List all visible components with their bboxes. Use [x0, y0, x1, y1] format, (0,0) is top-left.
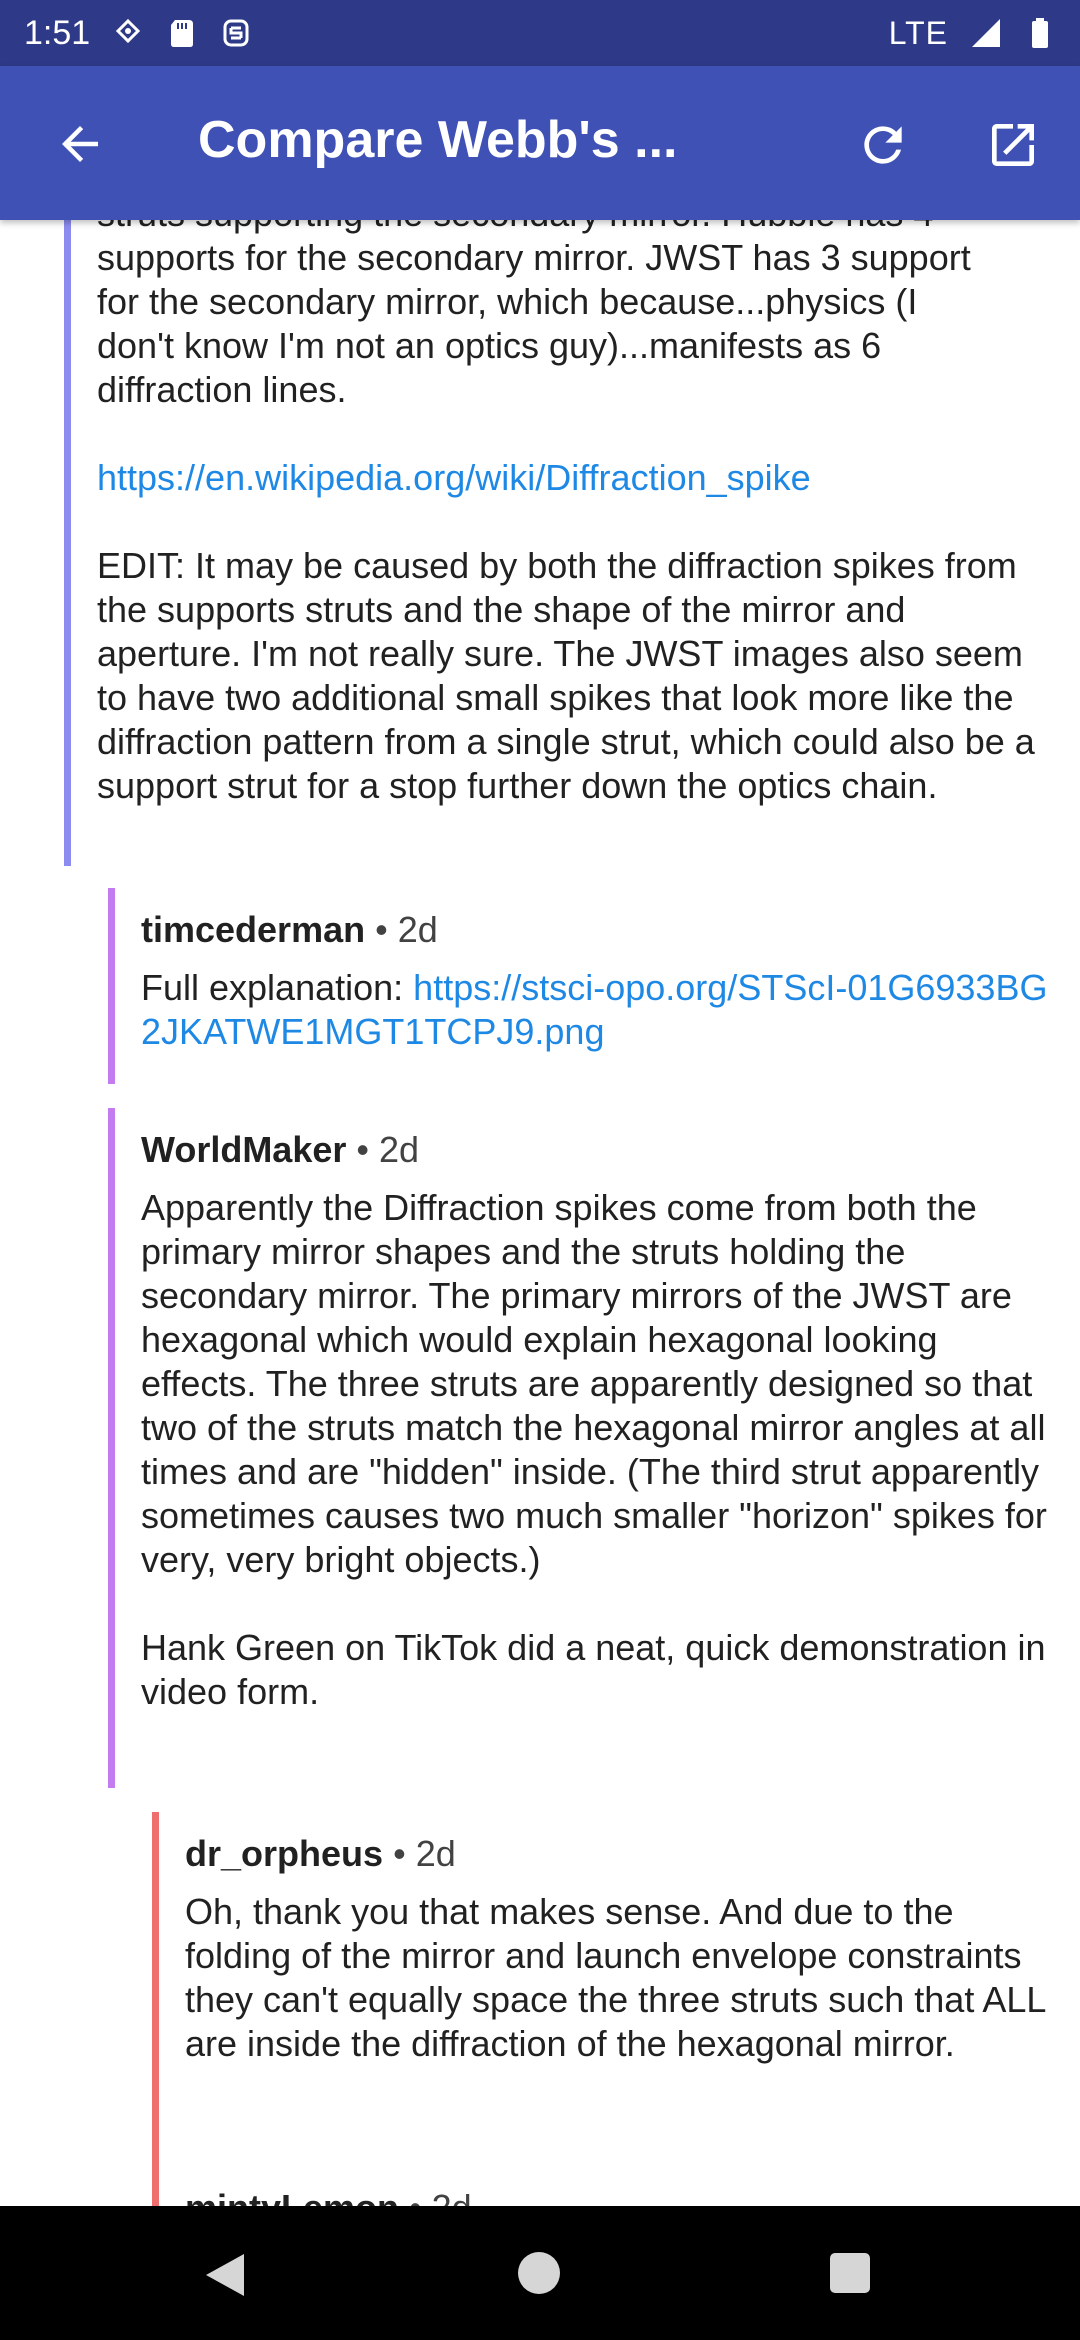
separator: • [356, 1129, 370, 1170]
sync-icon [223, 19, 249, 47]
status-bar: 1:51 LTE [0, 0, 1080, 66]
separator: • [375, 909, 388, 950]
arrow-back-icon [62, 126, 98, 162]
system-nav-bar [0, 2206, 1080, 2340]
comment-age: 2d [397, 909, 438, 950]
comment-body: Full explanation: https://stsci-opo.org/… [141, 966, 1061, 1054]
thread-depth-bar [64, 220, 71, 866]
partial-line: struts supporting the secondary mirror. … [97, 220, 1057, 236]
comment-meta: dr_orpheus • 2d [185, 1832, 1061, 1876]
comment-author[interactable]: timcederman [141, 909, 365, 950]
comment-mintylemon[interactable]: mintyLemon • 2d [152, 2166, 1068, 2206]
cell-signal-icon [972, 19, 1000, 47]
comment-age: 2d [415, 1833, 456, 1874]
status-time: 1:51 [24, 13, 91, 52]
thread-depth-bar [108, 888, 115, 1084]
refresh-icon [864, 126, 902, 164]
comment-author[interactable]: WorldMaker [141, 1129, 346, 1170]
comment-author[interactable]: mintyLemon [185, 2187, 399, 2206]
page-title: Compare Webb's ... [198, 111, 678, 169]
network-type: LTE [888, 14, 948, 51]
comment-timcederman[interactable]: timcederman • 2d Full explanation: https… [108, 888, 1068, 1084]
comment-line: supports for the secondary mirror. JWST … [97, 237, 971, 278]
nav-back-icon[interactable] [202, 2252, 248, 2298]
wikipedia-link[interactable]: https://en.wikipedia.org/wiki/Diffractio… [97, 457, 811, 498]
comment-meta: timcederman • 2d [141, 908, 1061, 952]
edit-note: EDIT: It may be caused by both the diffr… [97, 545, 1035, 806]
comment-text-2: Hank Green on TikTok did a neat, quick d… [141, 1627, 1046, 1712]
comment-line: for the secondary mirror, which because.… [97, 281, 918, 322]
comment-age: 2d [432, 2187, 472, 2206]
refresh-button[interactable] [850, 112, 916, 178]
comment-body: Oh, thank you that makes sense. And due … [185, 1890, 1061, 2066]
signal-icon [116, 18, 141, 44]
thread-depth-bar [152, 2166, 159, 2206]
battery-icon [1032, 18, 1048, 48]
comment-worldmaker[interactable]: WorldMaker • 2d Apparently the Diffracti… [108, 1108, 1068, 1788]
open-in-new-icon [992, 124, 1034, 166]
comment-dr-orpheus[interactable]: dr_orpheus • 2d Oh, thank you that makes… [152, 1812, 1068, 2170]
comment-meta: WorldMaker • 2d [141, 1128, 1061, 1172]
thread-depth-bar [152, 1812, 159, 2170]
nav-recents-icon[interactable] [830, 2253, 870, 2293]
nav-home-icon[interactable] [518, 2252, 560, 2294]
comment-thread[interactable]: struts supporting the secondary mirror. … [0, 220, 1080, 2206]
comment-line: don't know I'm not an optics guy)...mani… [97, 325, 882, 366]
comment-author[interactable]: dr_orpheus [185, 1833, 383, 1874]
comment-body: struts supporting the secondary mirror. … [97, 220, 1057, 808]
comment-line: diffraction lines. [97, 369, 347, 410]
comment-age: 2d [379, 1129, 420, 1170]
comment-text: Apparently the Diffraction spikes come f… [141, 1187, 1047, 1580]
comment-text: Full explanation: [141, 967, 414, 1008]
thread-depth-bar [108, 1108, 115, 1788]
back-button[interactable] [48, 112, 112, 176]
open-in-browser-button[interactable] [980, 112, 1046, 178]
comment-meta: mintyLemon • 2d [185, 2186, 1061, 2206]
separator: • [393, 1833, 406, 1874]
comment-body: Apparently the Diffraction spikes come f… [141, 1186, 1061, 1714]
comment-0: struts supporting the secondary mirror. … [64, 220, 1064, 866]
sd-card-icon [171, 20, 194, 47]
app-bar: Compare Webb's ... [0, 66, 1080, 220]
separator: • [409, 2187, 422, 2206]
comment-text: Oh, thank you that makes sense. And due … [185, 1891, 1046, 2064]
